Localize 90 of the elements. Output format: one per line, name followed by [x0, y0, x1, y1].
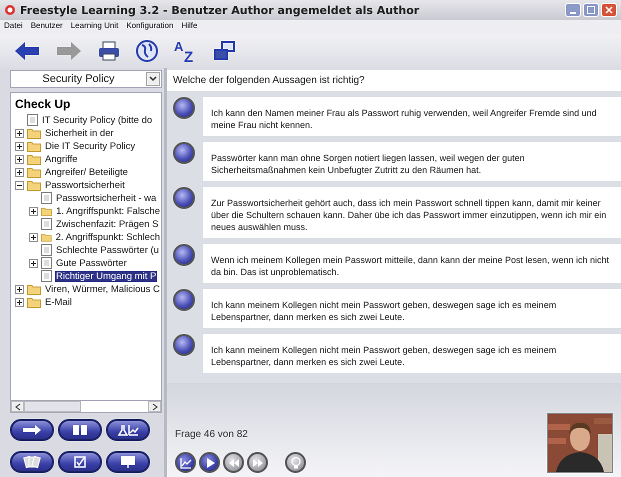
window-title: Freestyle Learning 3.2 - Benutzer Author angemeldet als Author — [20, 4, 420, 16]
tree-item[interactable]: Die IT Security Policy — [44, 140, 136, 152]
tree-title: Check Up — [14, 96, 72, 113]
tree-item[interactable]: Sicherheit in der — [44, 128, 115, 139]
chart-button[interactable] — [175, 452, 196, 473]
windows-icon — [213, 40, 237, 62]
close-icon — [605, 6, 613, 14]
folder-icon — [27, 154, 41, 165]
arrow-icon — [55, 40, 83, 62]
folder-icon — [27, 284, 41, 295]
cards-icon — [21, 455, 43, 470]
lab-icon — [117, 423, 139, 438]
progress-text: Frage 46 von 82 — [175, 429, 249, 440]
answer-radio-button[interactable] — [173, 142, 195, 164]
menu-item[interactable]: Datei — [4, 21, 23, 33]
collapse-icon[interactable] — [15, 180, 24, 190]
unit-dropdown[interactable]: Security Policy — [10, 70, 162, 88]
page-icon — [41, 270, 52, 282]
scroll-right-icon — [152, 402, 158, 411]
app-icon — [4, 4, 16, 16]
printer-icon — [97, 40, 121, 62]
expand-icon[interactable] — [15, 168, 24, 177]
horizontal-scrollbar[interactable] — [10, 401, 162, 414]
page-icon — [41, 244, 52, 256]
folder-icon — [41, 232, 52, 243]
book-button[interactable] — [58, 419, 102, 442]
answer-radio-button[interactable] — [173, 289, 195, 311]
tree-item[interactable]: Passwortsicherheit - wa — [55, 192, 158, 204]
page-icon — [41, 257, 52, 270]
tree-item[interactable]: Angreifer/ Beteiligte — [44, 166, 129, 178]
folder-icon — [27, 180, 41, 191]
page-icon — [27, 114, 38, 126]
expand-icon[interactable] — [15, 284, 24, 294]
tree-item[interactable]: Zwischenfazit: Prägen S — [55, 218, 160, 230]
expand-icon[interactable] — [15, 154, 24, 164]
tree-item[interactable]: Schlechte Passwörter (u — [55, 244, 160, 256]
folder-icon — [27, 166, 41, 178]
globe-icon — [135, 39, 159, 63]
answer-text: Wenn ich meinem Kollegen mein Passwort mitteile, dann kann der meine Post lesen, wenn ich nicht da bin. Das ist unproblematisch. — [203, 244, 621, 283]
tree-item[interactable]: Passwortsicherheit — [44, 180, 126, 191]
arrow-button[interactable] — [10, 419, 54, 442]
tree-item[interactable]: Angriffe — [44, 154, 79, 165]
expand-icon[interactable] — [29, 232, 38, 242]
minimize-button[interactable] — [565, 3, 581, 17]
answer-radio-button[interactable] — [173, 334, 195, 356]
folder-icon — [41, 206, 52, 217]
page-icon — [41, 218, 52, 230]
scroll-left-icon — [14, 402, 20, 411]
chevron-down-icon — [149, 76, 157, 82]
answer-text: Passwörter kann man ohne Sorgen notiert liegen lassen, weil wegen der guten Sicherheitsmaßnahmen kein Unbefugter Zutritt zu den Räumen hat. — [203, 142, 621, 181]
tree-item[interactable]: Viren, Würmer, Malicious C — [44, 284, 161, 295]
tree-item[interactable]: Richtiger Umgang mit P — [55, 270, 158, 282]
answer-text: Zur Passwortsicherheit gehört auch, dass ich mein Passwort schnell tippen kann, damit mir keiner über die Schultern schauen kann. Daher übe ich das Passwort immer einzutippen, wenn ich mir ein neues auswählen muss. — [203, 187, 621, 238]
answer-text: Ich kann meinem Kollegen nicht mein Passwort geben, deswegen sage ich es meinem Lebenspartner, dann merken es sich zwei Leute. — [203, 289, 621, 328]
page-icon — [41, 192, 52, 204]
menu-item[interactable]: Hilfe — [181, 21, 198, 33]
lightbulb-icon — [288, 456, 302, 470]
maximize-icon — [587, 6, 595, 14]
folder-icon — [27, 128, 41, 139]
maximize-button[interactable] — [583, 3, 599, 17]
arrow-icon — [21, 423, 43, 438]
question-text: Welche der folgenden Aussagen ist richtig? — [167, 70, 621, 91]
check-button[interactable] — [58, 451, 102, 474]
cards-button[interactable] — [10, 451, 54, 474]
expand-icon[interactable] — [29, 206, 38, 216]
play-button[interactable] — [199, 452, 220, 473]
tree-item[interactable]: E-Mail — [44, 296, 73, 308]
answer-radio-button[interactable] — [173, 97, 195, 119]
expand-icon[interactable] — [15, 128, 24, 138]
menu-item[interactable]: Benutzer — [30, 21, 63, 33]
answer-radio-button[interactable] — [173, 244, 195, 266]
answer-text: Ich kann meinem Kollegen nicht mein Passwort geben, deswegen sage ich es meinem Lebenspartner, dann merken es sich zwei Leute. — [203, 334, 621, 373]
menu-item[interactable]: Learning Unit — [70, 21, 118, 33]
answer-text: Ich kann den Namen meiner Frau als Passwort ruhig verwenden, weil Angreifer Fremde sind und meine Frau nicht kennen. — [203, 97, 621, 136]
chart-icon — [178, 456, 192, 470]
arrow-icon — [13, 40, 41, 62]
folder-icon — [27, 140, 41, 152]
tree-item[interactable]: Gute Passwörter — [55, 258, 128, 269]
presentation-button[interactable] — [106, 451, 150, 474]
lab-button[interactable] — [106, 419, 150, 442]
answer-radio-button[interactable] — [173, 187, 195, 209]
expand-icon[interactable] — [15, 142, 24, 151]
close-button[interactable] — [601, 3, 617, 17]
menu-item[interactable]: Konfiguration — [126, 21, 174, 33]
tree-item[interactable]: 1. Angriffspunkt: Falsche — [55, 206, 161, 217]
expand-icon[interactable] — [29, 258, 38, 268]
expand-icon[interactable] — [15, 298, 24, 307]
folder-icon — [27, 296, 41, 308]
tree-item[interactable]: IT Security Policy (bitte do — [41, 114, 154, 126]
tree-item[interactable]: 2. Angriffspunkt: Schlech — [54, 232, 161, 243]
